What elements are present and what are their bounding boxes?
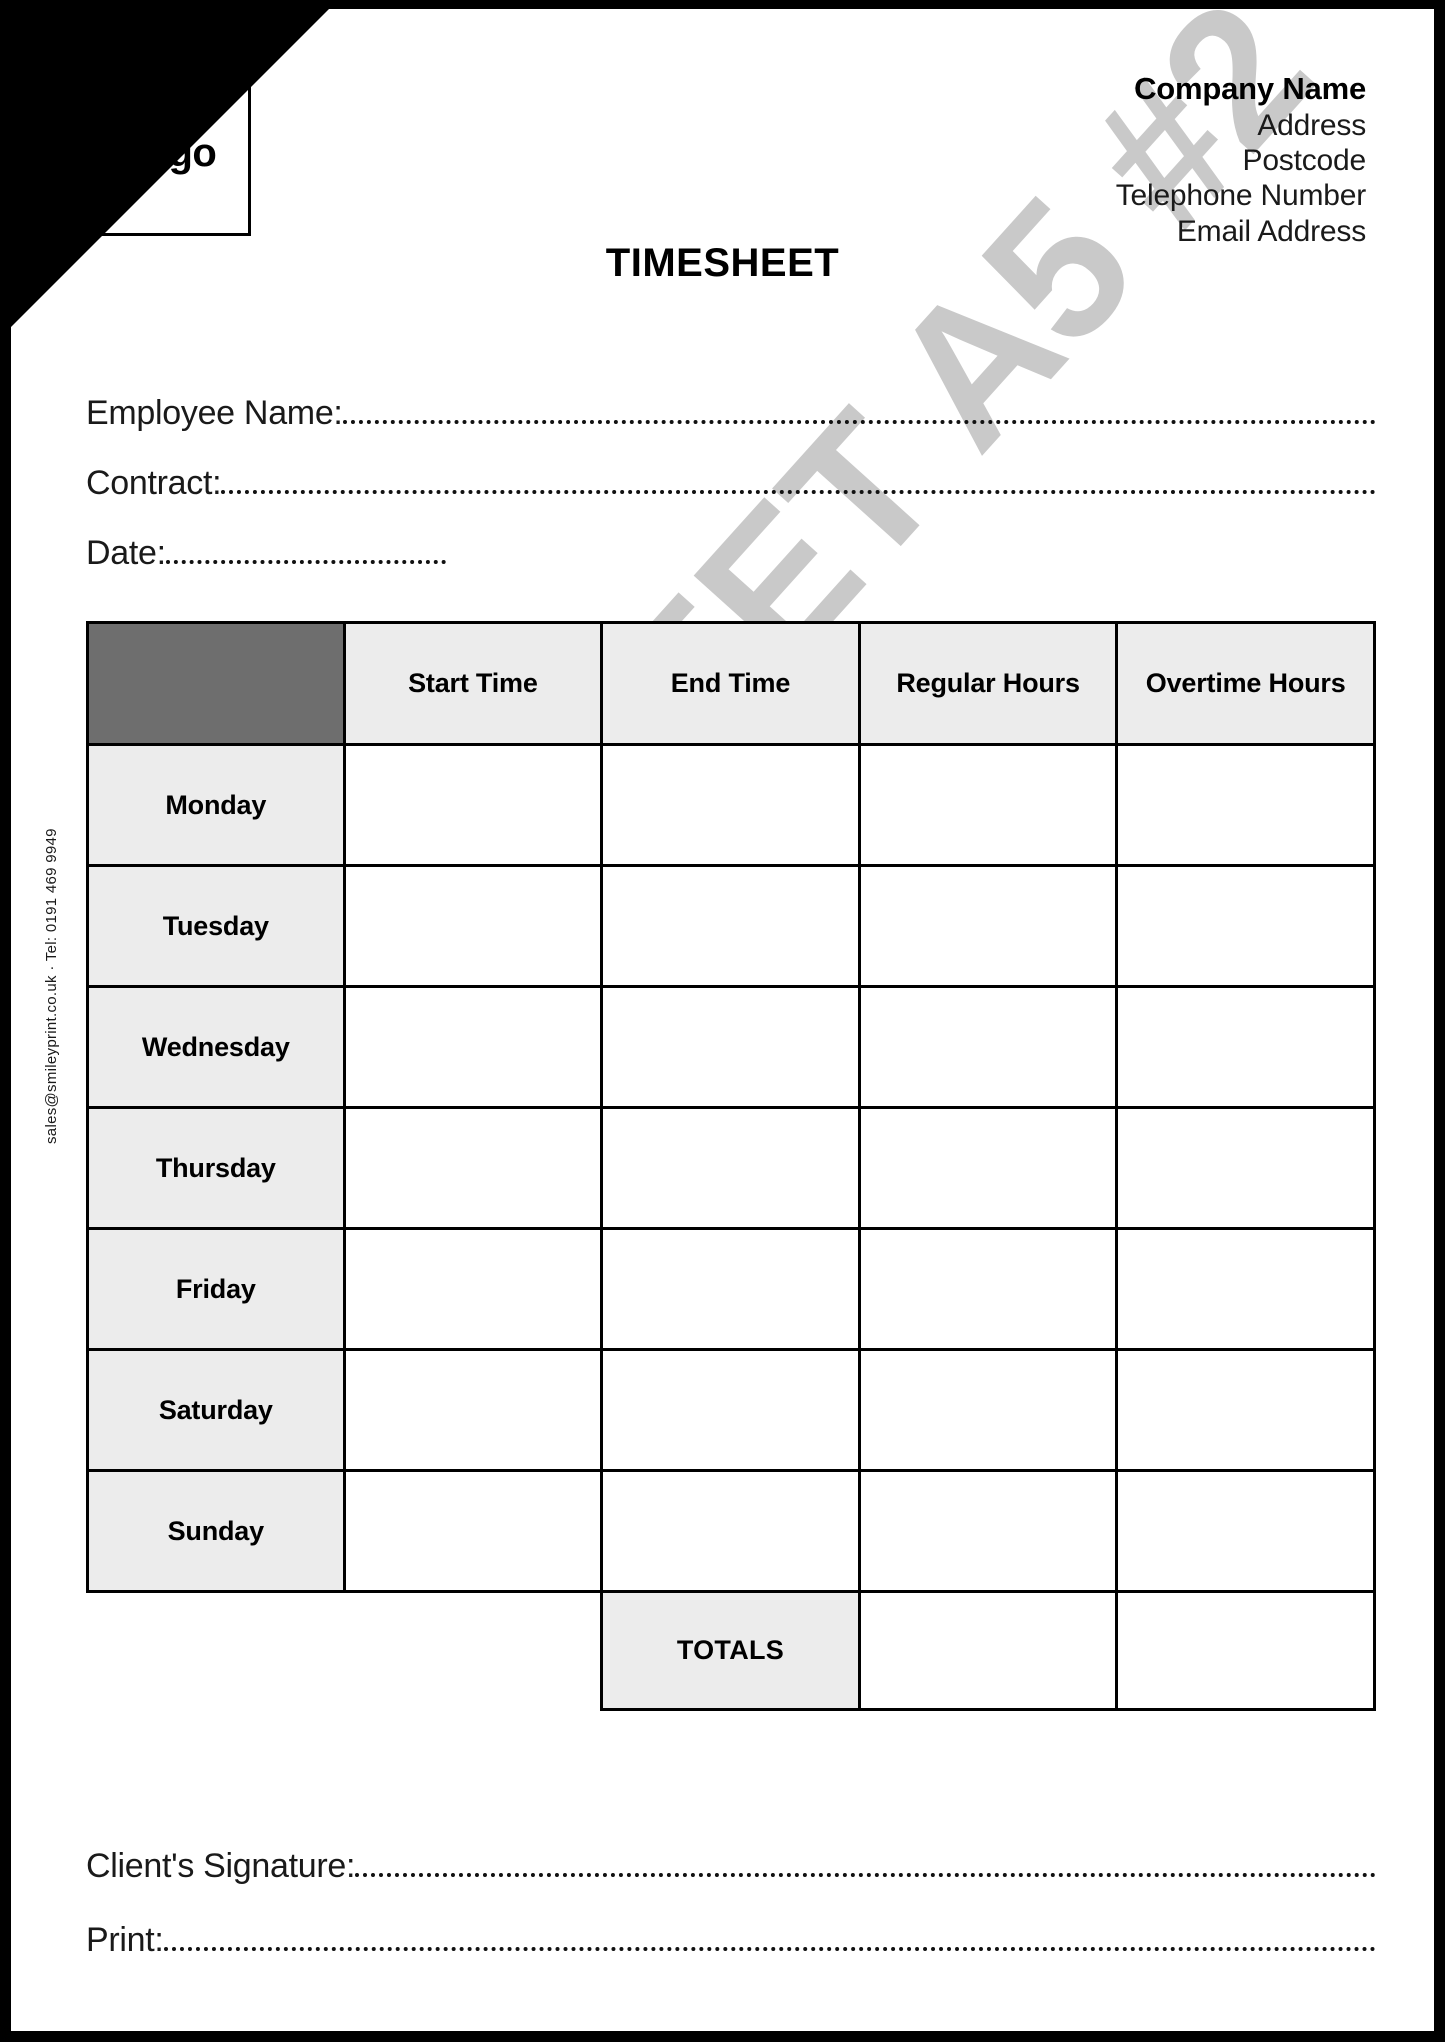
table-row: Monday [86,743,1376,867]
table-row: Friday [86,1227,1376,1351]
cell-monday-end-time[interactable] [600,743,861,867]
footer-fields-section: Client's Signature: Print: [86,1847,1376,1995]
logo-placeholder-box: Logo [86,71,251,236]
company-postcode: Postcode [1242,143,1367,177]
document-content: sales@smileyprint.co.uk · Tel: 0191 469 … [11,9,1434,2031]
company-telephone: Telephone Number [1115,179,1366,213]
document-header: Logo Company Name Address Postcode Telep… [11,63,1434,293]
cell-monday-start-time[interactable] [342,743,604,867]
date-label: Date: [86,534,166,572]
totals-label: TOTALS [600,1590,861,1711]
day-label-friday: Friday [86,1227,346,1351]
day-label-monday: Monday [86,743,346,867]
table-header-row: Start Time End Time Regular Hours Overti… [86,621,1376,746]
employee-name-input[interactable] [342,420,1376,424]
column-header-regular-hours: Regular Hours [857,621,1119,746]
employee-name-label: Employee Name: [86,394,343,432]
table-row: Thursday [86,1106,1376,1230]
table-header: Start Time End Time Regular Hours Overti… [86,621,1376,746]
client-signature-input[interactable] [355,1873,1376,1877]
day-label-tuesday: Tuesday [86,864,346,988]
totals-spacer-cell-2 [344,1592,602,1710]
form-fields-section: Employee Name: Contract: Date: [86,394,1376,604]
column-header-overtime-hours: Overtime Hours [1115,621,1376,746]
cell-tuesday-overtime-hours[interactable] [1115,864,1376,988]
page-title: TIMESHEET [605,241,840,285]
contract-input[interactable] [221,490,1376,494]
logo-label: Logo [120,131,217,175]
cell-tuesday-regular-hours[interactable] [857,864,1119,988]
timesheet-table: Start Time End Time Regular Hours Overti… [86,621,1376,1711]
field-row-date: Date: [86,534,1376,578]
side-credit-text: sales@smileyprint.co.uk · Tel: 0191 469 … [43,828,60,1144]
table-corner-cell [86,621,346,746]
date-input[interactable] [165,560,446,564]
cell-thursday-start-time[interactable] [342,1106,604,1230]
cell-totals-overtime-hours[interactable] [1115,1590,1376,1711]
cell-wednesday-overtime-hours[interactable] [1115,985,1376,1109]
cell-wednesday-regular-hours[interactable] [857,985,1119,1109]
field-row-print-name: Print: [86,1921,1376,1965]
cell-friday-end-time[interactable] [600,1227,861,1351]
cell-thursday-regular-hours[interactable] [857,1106,1119,1230]
timesheet-document: TIMESHEET A5 #2 A5 #2 TIMESHEET sales@sm… [11,9,1434,2031]
cell-saturday-regular-hours[interactable] [857,1348,1119,1472]
cell-totals-regular-hours[interactable] [857,1590,1119,1711]
cell-sunday-regular-hours[interactable] [857,1469,1119,1593]
cell-sunday-overtime-hours[interactable] [1115,1469,1376,1593]
field-row-client-signature: Client's Signature: [86,1847,1376,1891]
cell-saturday-overtime-hours[interactable] [1115,1348,1376,1472]
print-name-label: Print: [86,1921,164,1959]
table-totals-row: TOTALS [88,1590,1376,1711]
cell-monday-overtime-hours[interactable] [1115,743,1376,867]
cell-tuesday-start-time[interactable] [342,864,604,988]
cell-thursday-end-time[interactable] [600,1106,861,1230]
cell-wednesday-end-time[interactable] [600,985,861,1109]
company-name: Company Name [1134,71,1366,106]
totals-spacer-cell [88,1592,345,1710]
day-label-thursday: Thursday [86,1106,346,1230]
day-label-saturday: Saturday [86,1348,346,1472]
client-signature-label: Client's Signature: [86,1847,356,1885]
contract-label: Contract: [86,464,222,502]
field-row-employee-name: Employee Name: [86,394,1376,438]
column-header-start-time: Start Time [342,621,604,746]
cell-thursday-overtime-hours[interactable] [1115,1106,1376,1230]
cell-saturday-start-time[interactable] [342,1348,604,1472]
cell-friday-regular-hours[interactable] [857,1227,1119,1351]
print-name-input[interactable] [163,1947,1376,1951]
cell-saturday-end-time[interactable] [600,1348,861,1472]
company-details-block: Company Name Address Postcode Telephone … [1116,71,1366,249]
field-row-contract: Contract: [86,464,1376,508]
page-frame: TIMESHEET A5 #2 A5 #2 TIMESHEET sales@sm… [0,0,1445,2042]
table-body: Monday Tuesday Wednesday Thursday Friday… [86,743,1376,1711]
table-row: Saturday [86,1348,1376,1472]
column-header-end-time: End Time [600,621,861,746]
table-row: Tuesday [86,864,1376,988]
day-label-sunday: Sunday [86,1469,346,1593]
day-label-wednesday: Wednesday [86,985,346,1109]
cell-friday-overtime-hours[interactable] [1115,1227,1376,1351]
cell-wednesday-start-time[interactable] [342,985,604,1109]
cell-friday-start-time[interactable] [342,1227,604,1351]
table-row: Wednesday [86,985,1376,1109]
cell-sunday-start-time[interactable] [342,1469,604,1593]
cell-sunday-end-time[interactable] [600,1469,861,1593]
cell-tuesday-end-time[interactable] [600,864,861,988]
table-row: Sunday [86,1469,1376,1593]
company-address: Address [1257,108,1366,142]
cell-monday-regular-hours[interactable] [857,743,1119,867]
